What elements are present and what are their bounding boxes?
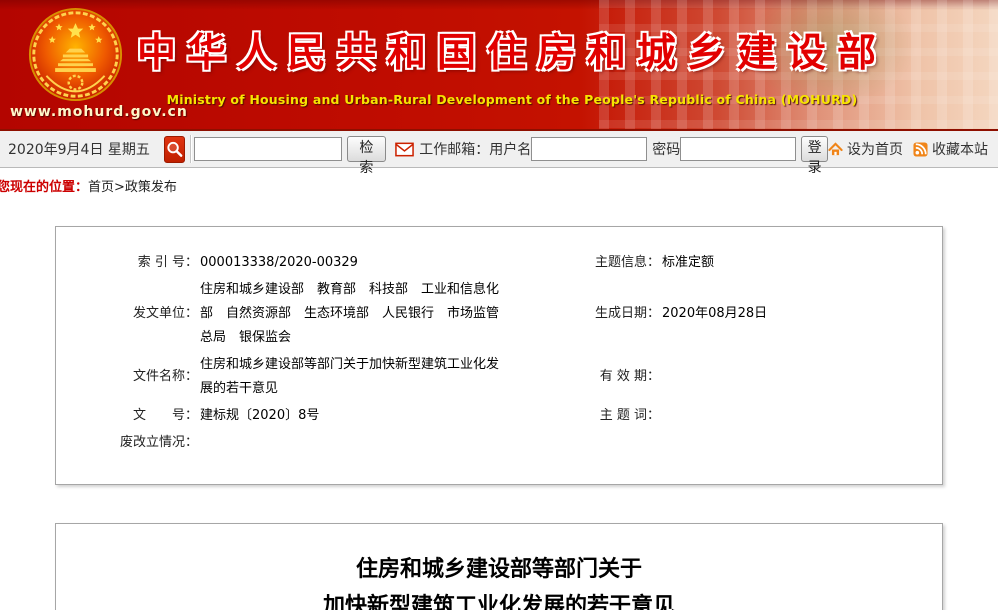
- current-date: 2020年9月4日 星期五: [8, 139, 150, 159]
- meta-row-issuing-unit: 发文单位： 住房和城乡建设部 教育部 科技部 工业和信息化部 自然资源部 生态环…: [116, 278, 912, 350]
- national-emblem-icon: [27, 6, 124, 103]
- set-homepage-label: 设为首页: [847, 139, 903, 159]
- meta-value-subject-info: 标准定额: [662, 251, 714, 275]
- toolbar: 2020年9月4日 星期五 检 索 工作邮箱：用户名 密码 登录 设为首页: [0, 131, 998, 168]
- toolbar-divider: [190, 135, 191, 163]
- meta-value-doc-number: 建标规〔2020〕8号: [200, 404, 319, 428]
- breadcrumb-path[interactable]: 首页>政策发布: [88, 176, 177, 195]
- search-input[interactable]: [194, 137, 342, 161]
- site-subtitle-english: Ministry of Housing and Urban-Rural Deve…: [132, 92, 892, 107]
- meta-label-doc-number: 文 号：: [116, 404, 198, 428]
- article-title-line2: 加快新型建筑工业化发展的若干意见: [56, 588, 942, 610]
- meta-label-file-name: 文件名称：: [116, 365, 198, 389]
- article-box: 住房和城乡建设部等部门关于 加快新型建筑工业化发展的若干意见: [55, 523, 943, 610]
- mail-envelope-icon: [395, 142, 414, 157]
- meta-value-issuing-unit: 住房和城乡建设部 教育部 科技部 工业和信息化部 自然资源部 生态环境部 人民银…: [200, 278, 502, 350]
- add-favorite-label: 收藏本站: [932, 139, 988, 159]
- meta-row-repeal-status: 废改立情况：: [116, 431, 912, 455]
- username-input[interactable]: [531, 137, 647, 161]
- rss-bookmark-icon: [913, 142, 928, 157]
- work-mail-username-label: 工作邮箱：用户名: [419, 139, 531, 159]
- magnifier-icon: [165, 140, 184, 159]
- login-button[interactable]: 登录: [801, 136, 828, 162]
- breadcrumb: 您现在的位置： 首页>政策发布: [0, 168, 998, 202]
- meta-value-generate-date: 2020年08月28日: [662, 302, 767, 326]
- meta-label-issuing-unit: 发文单位：: [116, 302, 198, 326]
- retrieve-button[interactable]: 检 索: [347, 136, 387, 162]
- set-homepage-link[interactable]: 设为首页: [828, 139, 903, 159]
- breadcrumb-prefix: 您现在的位置：: [0, 176, 88, 195]
- meta-label-index-number: 索 引 号：: [116, 251, 198, 275]
- meta-row-doc-number: 文 号： 建标规〔2020〕8号 主 题 词：: [116, 404, 912, 428]
- search-button[interactable]: [164, 136, 185, 163]
- meta-label-repeal-status: 废改立情况：: [116, 431, 198, 455]
- meta-value-index-number: 000013338/2020-00329: [200, 251, 358, 275]
- password-input[interactable]: [680, 137, 796, 161]
- meta-label-valid-period: 有 效 期：: [578, 365, 660, 389]
- meta-row-file-name: 文件名称： 住房和城乡建设部等部门关于加快新型建筑工业化发展的若干意见 有 效 …: [116, 353, 912, 401]
- meta-row-index: 索 引 号： 000013338/2020-00329 主题信息： 标准定额: [116, 251, 912, 275]
- document-meta-box: 索 引 号： 000013338/2020-00329 主题信息： 标准定额 发…: [55, 226, 943, 485]
- password-label: 密码: [652, 139, 680, 159]
- meta-label-generate-date: 生成日期：: [578, 302, 660, 326]
- home-icon: [828, 142, 843, 157]
- site-header: www.mohurd.gov.cn 中华人民共和国住房和城乡建设部 Minist…: [0, 0, 998, 131]
- add-favorite-link[interactable]: 收藏本站: [913, 139, 988, 159]
- meta-label-keywords: 主 题 词：: [578, 404, 660, 428]
- meta-label-subject-info: 主题信息：: [578, 251, 660, 275]
- article-title-line1: 住房和城乡建设部等部门关于: [56, 551, 942, 588]
- meta-value-file-name: 住房和城乡建设部等部门关于加快新型建筑工业化发展的若干意见: [200, 353, 502, 401]
- site-title: 中华人民共和国住房和城乡建设部: [132, 22, 892, 78]
